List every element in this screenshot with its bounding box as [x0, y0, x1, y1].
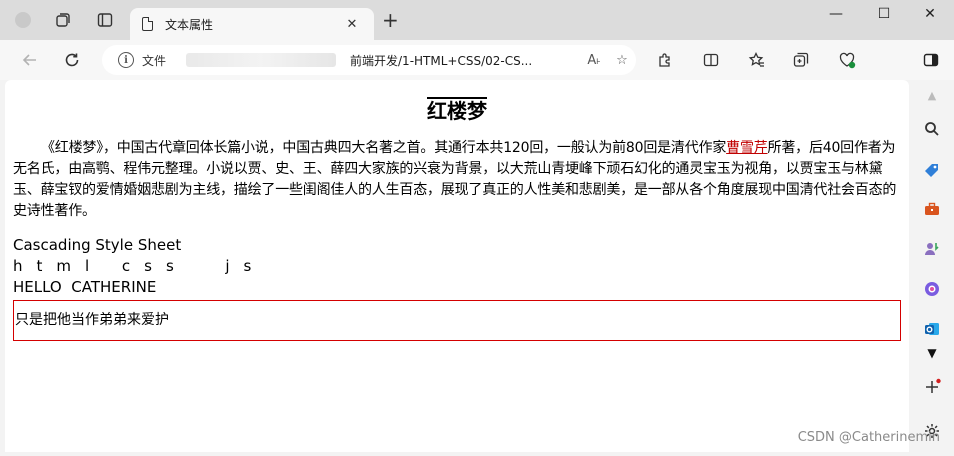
edge-sidebar: ▲ ▼ — [912, 80, 954, 456]
tab-title: 文本属性 — [165, 17, 214, 32]
refresh-icon[interactable] — [60, 49, 84, 71]
bordered-text-box: 只是把他当作弟弟来爱护 — [13, 300, 901, 341]
split-screen-icon[interactable] — [698, 49, 724, 71]
read-aloud-icon[interactable]: A˫ — [580, 52, 608, 68]
intro-text: 《红楼梦》，中国古代章回体长篇小说，中国古典四大名著之首。其通行本共120回，一… — [41, 140, 727, 156]
close-window-button[interactable]: ✕ — [910, 6, 950, 22]
scroll-down-icon[interactable]: ▼ — [921, 342, 943, 364]
page-title: 红楼梦 — [13, 98, 901, 124]
sidebar-toggle-icon[interactable] — [918, 49, 944, 71]
url-text[interactable]: 前端开发/1-HTML+CSS/02-CS... — [350, 52, 580, 69]
security-label: 文件 — [142, 53, 167, 68]
maximize-button[interactable]: ☐ — [864, 6, 904, 22]
title-bar: 文本属性 ✕ + — ☐ ✕ — [0, 0, 954, 40]
document-icon — [142, 17, 153, 31]
profile-avatar[interactable] — [12, 9, 34, 31]
minimize-button[interactable]: — — [816, 6, 856, 22]
shopping-icon[interactable] — [921, 160, 943, 182]
page-body: 红楼梦 《红楼梦》，中国古代章回体长篇小说，中国古典四大名著之首。其通行本共12… — [5, 98, 909, 341]
outlook-icon[interactable] — [921, 318, 943, 340]
favorite-icon[interactable]: ☆ — [608, 53, 636, 68]
author-link[interactable]: 曹雪芹 — [726, 140, 768, 156]
tab-close-icon[interactable]: ✕ — [342, 17, 362, 32]
new-tab-button[interactable]: + — [382, 10, 399, 30]
intro-paragraph: 《红楼梦》，中国古代章回体长篇小说，中国古典四大名著之首。其通行本共120回，一… — [13, 138, 901, 222]
page-title-text: 红楼梦 — [427, 99, 487, 123]
tools-icon[interactable] — [921, 198, 943, 220]
search-icon[interactable] — [921, 118, 943, 140]
favorites-icon[interactable] — [744, 49, 770, 71]
add-icon[interactable] — [921, 376, 943, 398]
info-icon[interactable]: i — [118, 52, 134, 68]
uppercase-line: HELLO CATHERINE — [13, 278, 157, 296]
redacted-path — [186, 53, 337, 67]
scroll-up-icon[interactable]: ▲ — [921, 84, 943, 106]
page-viewport: 红楼梦 《红楼梦》，中国古代章回体长篇小说，中国古典四大名著之首。其通行本共12… — [5, 80, 909, 452]
collections-icon[interactable] — [788, 49, 814, 71]
browser-essentials-icon[interactable] — [834, 49, 860, 71]
watermark: CSDN @Catherinemin — [797, 430, 940, 445]
spaced-line: html css js — [13, 257, 266, 275]
copilot-icon[interactable] — [921, 278, 943, 300]
people-icon[interactable] — [921, 238, 943, 260]
address-bar[interactable]: i 文件 前端开发/1-HTML+CSS/02-CS... A˫ ☆ — [102, 45, 636, 75]
navigation-bar: i 文件 前端开发/1-HTML+CSS/02-CS... A˫ ☆ — [0, 40, 954, 80]
back-icon[interactable] — [18, 49, 42, 71]
tab-active[interactable]: 文本属性 ✕ — [130, 8, 374, 40]
workspaces-icon[interactable] — [52, 9, 74, 31]
tab-actions-icon[interactable] — [94, 9, 116, 31]
extensions-icon[interactable] — [652, 49, 678, 71]
css-line: Cascading Style Sheet — [13, 236, 182, 254]
